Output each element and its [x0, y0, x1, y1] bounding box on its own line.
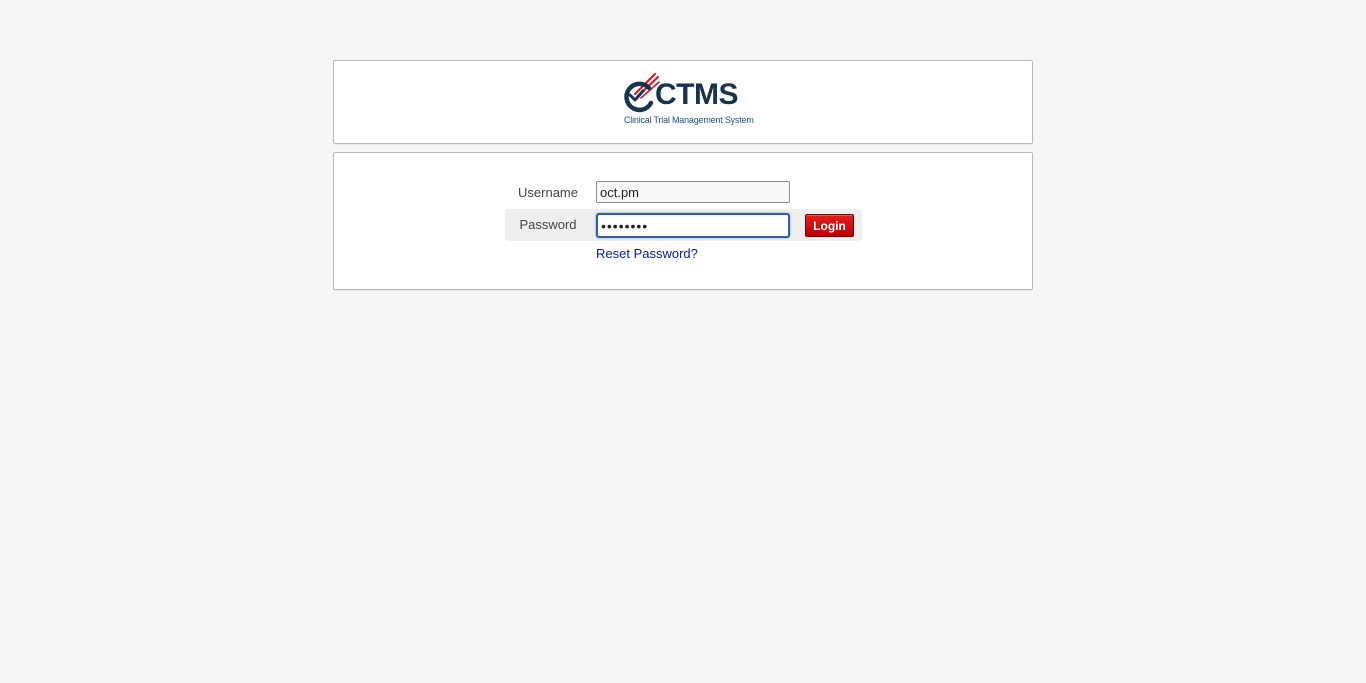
login-form-panel: Username Password Login Reset Password? — [333, 152, 1033, 290]
logo-panel: CTMS Clinical Trial Management System — [333, 60, 1033, 144]
username-label: Username — [518, 185, 578, 200]
login-button[interactable]: Login — [805, 214, 854, 237]
username-field[interactable] — [596, 181, 790, 203]
login-page: CTMS Clinical Trial Management System Us… — [0, 0, 1366, 683]
logo-subtitle: Clinical Trial Management System — [624, 115, 754, 125]
password-label: Password — [519, 217, 577, 232]
ctms-logo: CTMS Clinical Trial Management System — [621, 72, 757, 128]
password-field[interactable] — [596, 213, 790, 238]
reset-password-link[interactable]: Reset Password? — [596, 246, 698, 261]
logo-wordmark: CTMS — [655, 78, 739, 111]
